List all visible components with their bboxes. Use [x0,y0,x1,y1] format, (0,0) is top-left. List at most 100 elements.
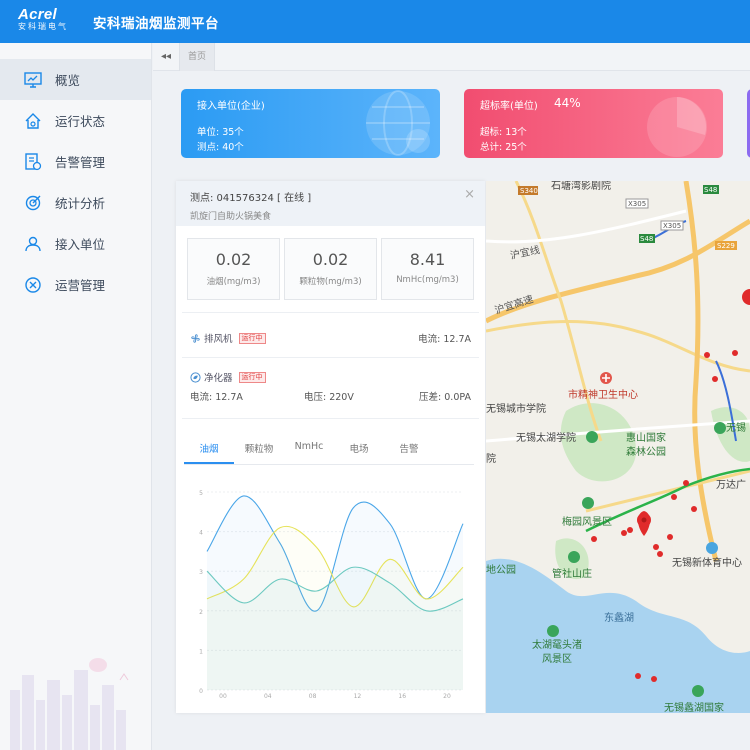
divider [182,418,479,419]
app-title: 安科瑞油烟监测平台 [93,15,219,32]
close-icon[interactable]: × [464,187,475,202]
trend-line-chart: 01234500 04 08 12 16 20 [199,490,464,700]
card-points-count: 测点: 40个 [197,142,244,153]
purifier-status-badge: 运行中 [238,371,266,383]
x-tick-label: 04 [264,693,272,700]
map-label: 石塘湾影剧院 [551,181,611,192]
tab-electric-field[interactable]: 电场 [334,441,384,464]
globe-icon [366,90,430,156]
map-label: 梅园风景区 [562,515,612,528]
road-sign-text: X305 [628,200,646,208]
x-tick-label: 16 [398,693,406,700]
map-label: 院 [486,452,496,465]
logo-brand: Acrel [18,6,58,23]
tab-home[interactable]: 首页 [179,42,216,71]
card-title: 超标率(单位) [480,101,538,112]
purifier-row: 净化器 运行中 电流: 12.7A 电压: 220V 压差: 0.0PA [176,358,485,418]
road-sign-text: X305 [663,222,681,230]
metric-unit: 油烟(mg/m3) [206,277,261,287]
road-sign-text: S48 [704,186,717,194]
fan-label: 排风机 [204,334,233,345]
tab-oil-smoke[interactable]: 油烟 [184,441,234,464]
metric-value: 8.41 [409,250,446,269]
sidebar-item-label: 概览 [55,73,81,88]
y-tick-label: 2 [199,609,203,616]
particulate-metric: 0.02 颗粒物(mg/m3) [284,238,377,300]
point-id: 测点: 041576324 [ 在线 ] [190,193,312,204]
tab-particulate[interactable]: 颗粒物 [234,441,284,464]
map-label: 管社山庄 [552,567,592,580]
map-label: 东蠡湖 [604,611,634,624]
road-sign-text: S340 [520,187,538,195]
x-tick-label: 08 [309,693,317,700]
tab-nmhc[interactable]: NmHc [284,441,334,464]
exceed-rate-card: 超标率(单位) 44% 超标: 13个 总计: 25个 [464,89,723,158]
card-exceed-count: 超标: 13个 [480,127,527,138]
x-tick-label: 00 [219,693,227,700]
card-title: 接入单位(企业) [197,101,265,112]
map-label: 无锡城市学院 [486,402,546,415]
sidebar-item-label: 运营管理 [55,278,106,293]
panel-header: 测点: 041576324 [ 在线 ] 凯旋门自助火锅美食 × [176,181,485,226]
map-label: 市精神卫生中心 [568,388,638,401]
collapse-sidebar-button[interactable]: ◂◂ [153,51,179,62]
y-tick-label: 3 [199,569,203,576]
sidebar-item-operations[interactable]: 运营管理 [0,264,151,305]
y-tick-label: 4 [199,530,203,537]
tab-bar: ◂◂ 首页 [153,42,750,71]
x-tick-label: 12 [354,693,362,700]
fan-current: 电流: 12.7A [418,334,471,345]
x-tick-label: 20 [443,693,451,700]
card-units-count: 单位: 35个 [197,127,244,138]
map-canvas[interactable]: S340 X305 X305 S48 S48 S229 石塘湾影剧院 沪宜线 沪… [486,181,750,713]
map-label: 万达广 [716,479,746,491]
map-view[interactable]: S340 X305 X305 S48 S48 S229 石塘湾影剧院 沪宜线 沪… [486,181,750,713]
metric-unit: NmHc(mg/m3) [396,275,459,285]
road-sign-text: S48 [640,235,653,243]
stadium-icon [706,542,718,554]
hospital-icon [600,372,612,384]
sidebar-item-label: 接入单位 [55,237,106,252]
map-label: 风景区 [542,653,572,665]
logo-sub: 安科瑞电气 [18,22,68,31]
purifier-pressure: 压差: 0.0PA [419,392,471,403]
sidebar-item-label: 告警管理 [55,155,106,170]
y-tick-label: 1 [199,648,203,655]
metric-value: 0.02 [215,250,252,269]
monitor-icon [23,70,43,90]
tab-alarm[interactable]: 告警 [384,441,434,464]
purifier-voltage: 电压: 220V [304,392,354,403]
house-icon [23,111,43,131]
sidebar-item-alarms[interactable]: 告警管理 [0,141,151,182]
oil-smoke-metric: 0.02 油烟(mg/m3) [187,238,280,300]
map-label: 无锡 [726,421,746,434]
map-label: 无锡蠡湖国家 [664,701,724,713]
fan-row: 排风机 运行中 电流: 12.7A [176,313,485,357]
sidebar-item-overview[interactable]: 概览 [0,59,151,100]
road-sign-text: S229 [717,242,735,250]
map-label: 森林公园 [626,445,666,458]
city-skyline-decoration [10,658,129,750]
sidebar-item-status[interactable]: 运行状态 [0,100,151,141]
top-bar: Acrel 安科瑞电气 安科瑞油烟监测平台 [0,0,750,43]
users-icon [23,234,43,254]
sidebar-item-label: 运行状态 [55,114,106,129]
tools-icon [23,275,43,295]
pie-chart-icon [647,97,707,157]
sidebar-item-statistics[interactable]: 统计分析 [0,182,151,223]
purifier-icon [190,371,201,383]
fan-icon [191,333,200,343]
metric-value: 0.02 [312,250,349,269]
acrel-logo: Acrel 安科瑞电气 [0,0,78,43]
target-icon [23,193,43,213]
map-label: 地公园 [486,563,516,576]
sidebar-item-units[interactable]: 接入单位 [0,223,151,264]
map-label: 惠山国家 [626,431,666,444]
sidebar: 概览 运行状态 告警管理 统计分析 接入单位 运营管理 [0,43,152,750]
chart-tabs: 油烟 颗粒物 NmHc 电场 告警 [184,441,474,465]
y-tick-label: 5 [199,490,203,497]
purifier-current: 电流: 12.7A [190,392,243,403]
metric-unit: 颗粒物(mg/m3) [299,277,362,287]
point-name: 凯旋门自助火锅美食 [190,212,272,222]
alarm-doc-icon [23,152,43,172]
